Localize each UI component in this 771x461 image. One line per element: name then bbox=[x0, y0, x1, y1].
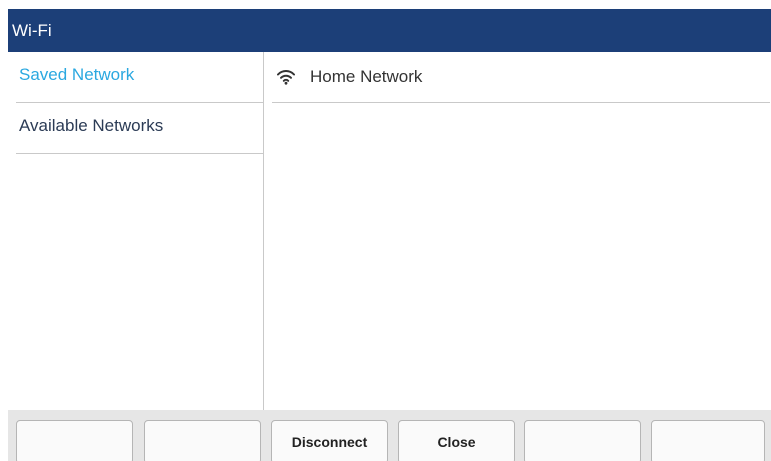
wifi-screen: Wi-Fi Saved Network Available Networks H… bbox=[0, 0, 771, 461]
list-item[interactable]: Home Network bbox=[272, 52, 770, 103]
network-name: Home Network bbox=[310, 67, 423, 86]
sidebar-item-available-networks[interactable]: Available Networks bbox=[16, 103, 264, 154]
disconnect-button[interactable]: Disconnect bbox=[271, 420, 388, 461]
softkey-1[interactable] bbox=[16, 420, 133, 461]
page-title: Wi-Fi bbox=[8, 9, 771, 52]
close-button[interactable]: Close bbox=[398, 420, 515, 461]
softkey-2[interactable] bbox=[144, 420, 261, 461]
softkey-bar: Disconnect Close bbox=[8, 410, 771, 461]
sidebar-item-saved-network[interactable]: Saved Network bbox=[16, 52, 264, 103]
wifi-icon bbox=[277, 70, 295, 85]
network-list: Home Network bbox=[264, 52, 771, 410]
softkey-6[interactable] bbox=[651, 420, 765, 461]
softkey-5[interactable] bbox=[524, 420, 641, 461]
sidebar: Saved Network Available Networks bbox=[8, 52, 264, 410]
